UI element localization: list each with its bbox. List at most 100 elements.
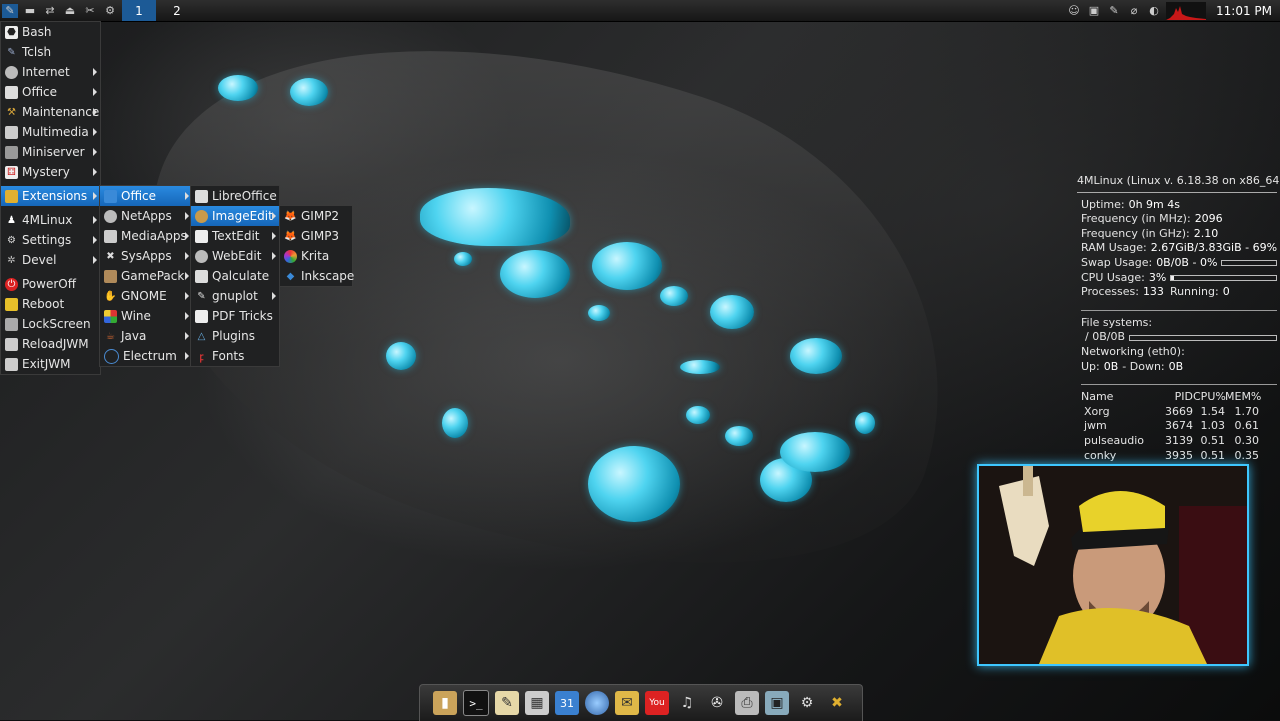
cpu-usage-fill: [1171, 275, 1175, 280]
menu-item-extensions[interactable]: Extensions: [1, 186, 100, 206]
conky-header: 4MLinux (Linux v. 6.18.38 on x86_64): [1077, 174, 1280, 193]
chart-icon[interactable]: ◐: [1146, 4, 1162, 18]
menu-item-gamepack[interactable]: GamePack: [100, 266, 192, 286]
submenu-arrow-icon: [93, 128, 97, 136]
menu-item-multimedia[interactable]: Multimedia: [1, 122, 100, 142]
water-drop: [500, 250, 570, 298]
menu-item-pdftricks[interactable]: PDF Tricks: [191, 306, 279, 326]
menu-item-sysapps[interactable]: ✖ SysApps: [100, 246, 192, 266]
menu-item-libreoffice[interactable]: LibreOffice: [191, 186, 279, 206]
menu-item-krita[interactable]: Krita: [280, 246, 352, 266]
menu-item-java[interactable]: ☕ Java: [100, 326, 192, 346]
film-icon: [5, 125, 18, 139]
workspace-2-button[interactable]: 2: [160, 0, 194, 21]
menu-item-wine[interactable]: Wine: [100, 306, 192, 326]
clip-icon[interactable]: ⌀: [1126, 4, 1142, 18]
text-editor-icon[interactable]: ✎: [495, 691, 519, 715]
wrench-icon: ⚒: [7, 106, 16, 118]
media-icon: [104, 229, 117, 243]
menu-item-gnome[interactable]: ✋ GNOME: [100, 286, 192, 306]
tools-icon[interactable]: ✂: [82, 4, 98, 18]
menu-item-4mlinux[interactable]: ♟ 4MLinux: [1, 210, 100, 230]
swap-usage-bar: [1221, 260, 1277, 267]
submenu-arrow-icon: [272, 232, 276, 240]
submenu-arrow-icon: [185, 212, 189, 220]
conky-system-monitor: 4MLinux (Linux v. 6.18.38 on x86_64) Upt…: [1077, 174, 1280, 463]
power-icon: ⏻: [5, 277, 18, 291]
webcam-overlay: [977, 464, 1249, 666]
user-icon[interactable]: ☺: [1066, 4, 1082, 18]
menu-item-reloadjwm[interactable]: ReloadJWM: [1, 334, 100, 354]
menu-item-gimp3[interactable]: 🦊 GIMP3: [280, 226, 352, 246]
youtube-icon[interactable]: You: [645, 691, 669, 715]
menu-item-lockscreen[interactable]: LockScreen: [1, 314, 100, 334]
settings-icon[interactable]: ⚙: [102, 4, 118, 18]
network-icon[interactable]: ⇄: [42, 4, 58, 18]
monitor-icon[interactable]: ▣: [1086, 4, 1102, 18]
drive-icon[interactable]: ▬: [22, 4, 38, 18]
calendar-icon[interactable]: 31: [555, 691, 579, 715]
menu-item-mystery[interactable]: ⚃ Mystery: [1, 162, 100, 182]
tool-icon[interactable]: ✎: [1106, 4, 1122, 18]
menu-item-plugins[interactable]: △ Plugins: [191, 326, 279, 346]
jwm-logo-icon[interactable]: ✎: [2, 3, 18, 18]
water-drop: [725, 426, 753, 446]
puzzle-icon: [5, 189, 18, 203]
menu-item-mediaapps[interactable]: MediaApps: [100, 226, 192, 246]
menu-item-qalculate[interactable]: Qalculate: [191, 266, 279, 286]
submenu-arrow-icon: [93, 68, 97, 76]
extensions-submenu: Office NetApps MediaApps ✖ SysApps GamePa…: [99, 185, 193, 367]
menu-item-gnuplot[interactable]: ✎ gnuplot: [191, 286, 279, 306]
printer-icon[interactable]: ⎙: [735, 691, 759, 715]
net-speed-row: Up: 0B - Down: 0B: [1081, 359, 1184, 373]
terminal-icon[interactable]: >_: [463, 690, 489, 716]
menu-item-fonts[interactable]: ꝼ Fonts: [191, 346, 279, 366]
settings-icon[interactable]: ⚙: [795, 691, 819, 715]
calculator-icon[interactable]: ▦: [525, 691, 549, 715]
menu-item-electrum[interactable]: Electrum: [100, 346, 192, 366]
submenu-arrow-icon: [185, 272, 189, 280]
file-manager-icon[interactable]: ▮: [433, 691, 457, 715]
gear-icon: ⚙: [7, 234, 16, 246]
clock[interactable]: 11:01 PM: [1216, 4, 1272, 18]
menu-item-textedit[interactable]: TextEdit: [191, 226, 279, 246]
ram-row: RAM Usage: 2.67GiB/3.83GiB - 69%: [1081, 241, 1278, 255]
tools-icon[interactable]: ✖: [825, 691, 849, 715]
cpu-load-graph[interactable]: [1166, 1, 1206, 20]
menu-item-bash[interactable]: ⬣ Bash: [1, 22, 100, 42]
menu-item-inkscape[interactable]: ◆ Inkscape: [280, 266, 355, 286]
fs-root-row: / 0B/0B: [1081, 330, 1277, 345]
menu-item-imageedit[interactable]: ImageEdit: [191, 206, 279, 226]
menu-item-miniserver[interactable]: Miniserver: [1, 142, 100, 162]
menu-item-netapps[interactable]: NetApps: [100, 206, 192, 226]
menu-item-maintenance[interactable]: ⚒ Maintenance: [1, 102, 100, 122]
submenu-arrow-icon: [185, 352, 189, 360]
water-drop: [780, 432, 850, 472]
submenu-arrow-icon: [185, 292, 189, 300]
menu-item-poweroff[interactable]: ⏻ PowerOff: [1, 274, 100, 294]
menu-item-webedit[interactable]: WebEdit: [191, 246, 279, 266]
menu-item-ext-office[interactable]: Office: [100, 186, 192, 206]
wine-icon: [104, 309, 117, 323]
gamepad-icon: [104, 269, 117, 283]
menu-item-internet[interactable]: Internet: [1, 62, 100, 82]
menu-item-tclsh[interactable]: ✎ Tclsh: [1, 42, 100, 62]
menu-item-settings[interactable]: ⚙ Settings: [1, 230, 100, 250]
main-menu: ⬣ Bash ✎ Tclsh Internet Office ⚒ Maintenanc…: [0, 21, 101, 375]
uptime-row: Uptime: 0h 9m 4s: [1081, 197, 1181, 211]
workspace-1-button[interactable]: 1: [122, 0, 156, 21]
eject-icon[interactable]: ⏏: [62, 4, 78, 18]
office-icon: [104, 189, 117, 203]
mail-icon[interactable]: ✉: [615, 691, 639, 715]
menu-item-exitjwm[interactable]: ExitJWM: [1, 354, 100, 374]
menu-item-gimp2[interactable]: 🦊 GIMP2: [280, 206, 352, 226]
video-icon[interactable]: ✇: [705, 691, 729, 715]
menu-item-devel[interactable]: ✲ Devel: [1, 250, 100, 270]
headphones-icon[interactable]: ♫: [675, 691, 699, 715]
browser-icon[interactable]: [585, 691, 609, 715]
menu-item-office[interactable]: Office: [1, 82, 100, 102]
process-row: Xorg 3669 1.54 1.70: [1084, 404, 1259, 418]
image-viewer-icon[interactable]: ▣: [765, 691, 789, 715]
menu-item-reboot[interactable]: Reboot: [1, 294, 100, 314]
feather-icon: ✎: [7, 46, 16, 58]
